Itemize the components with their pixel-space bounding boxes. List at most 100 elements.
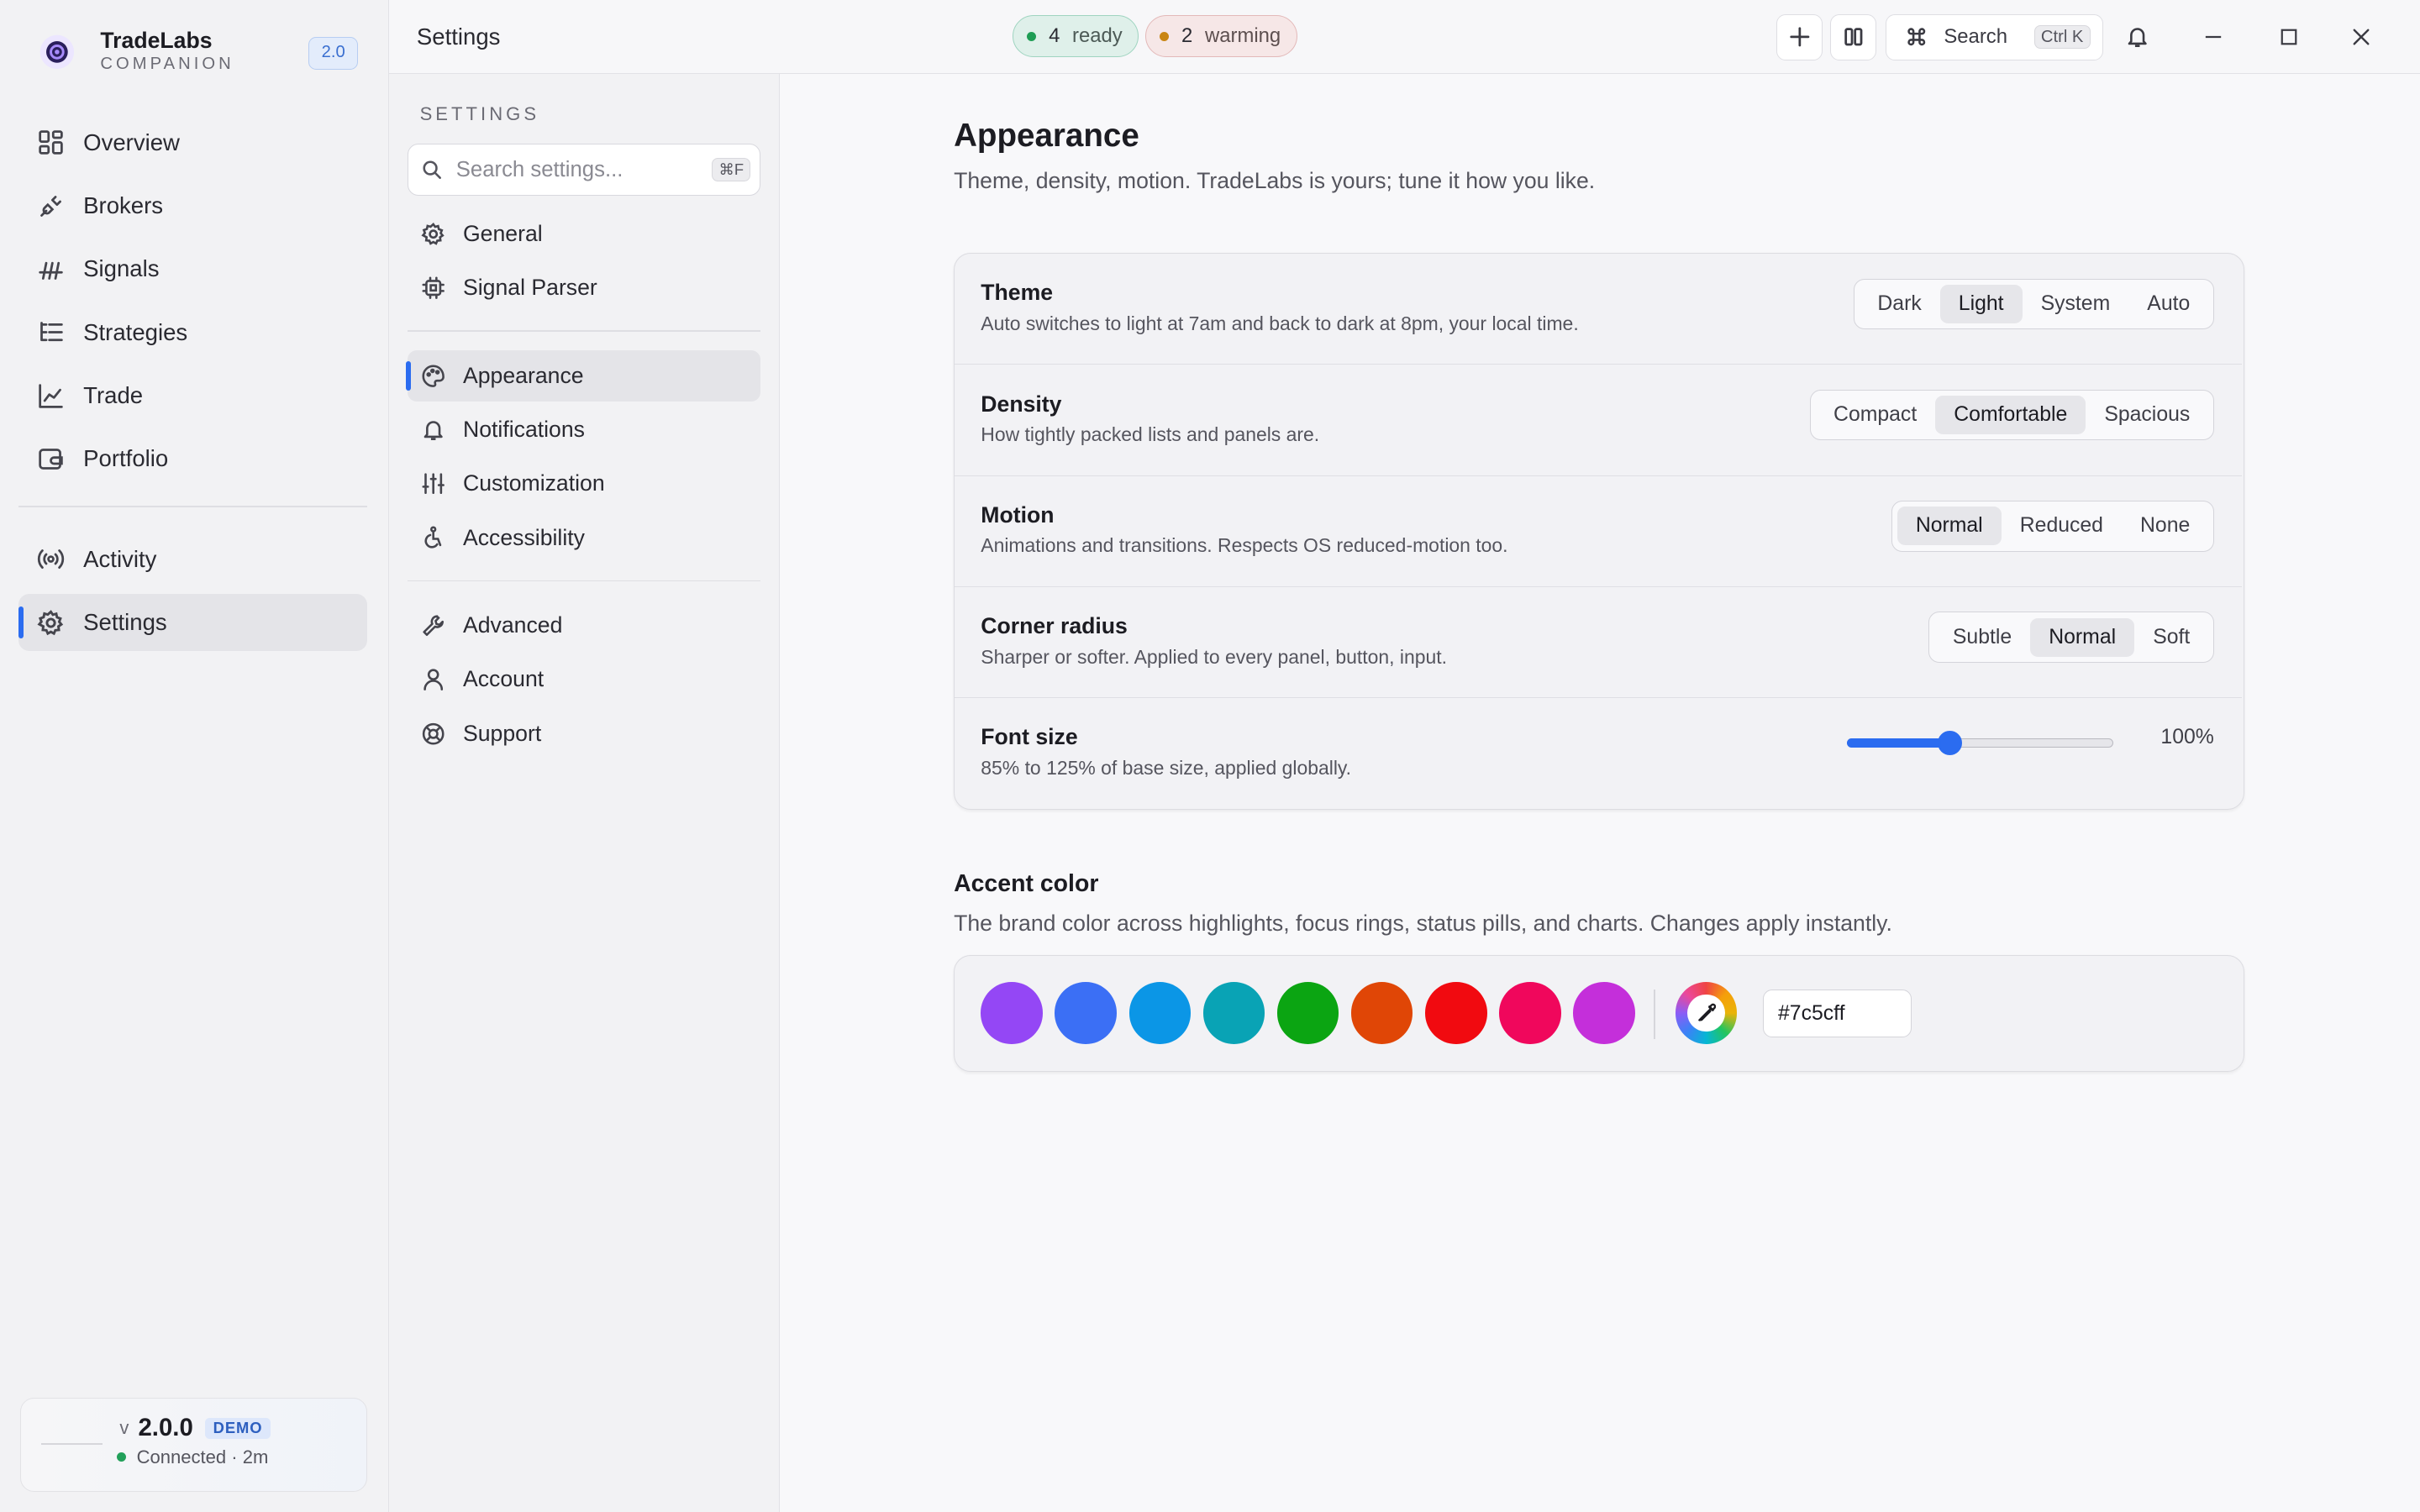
maximize-button[interactable]	[2272, 20, 2306, 54]
sidebar-item-settings[interactable]: Settings	[18, 594, 368, 651]
settings-nav-divider	[407, 330, 761, 332]
settings-nav-signal-parser[interactable]: Signal Parser	[408, 262, 761, 313]
theme-option-dark[interactable]: Dark	[1859, 285, 1939, 323]
warming-dot-icon	[1160, 31, 1170, 41]
settings-nav-support[interactable]: Support	[408, 708, 761, 759]
radius-option-normal[interactable]: Normal	[2030, 617, 2135, 657]
command-icon	[1905, 25, 1928, 49]
plus-icon	[1789, 26, 1811, 48]
connected-dot-icon	[116, 1452, 126, 1462]
accent-swatch[interactable]	[1055, 982, 1117, 1044]
settings-nav-divider	[407, 580, 761, 582]
sliders-icon	[421, 471, 445, 496]
density-segmented-control[interactable]: Compact Comfortable Spacious	[1809, 389, 2214, 441]
sidebar-item-strategies[interactable]: Strategies	[18, 304, 367, 361]
accent-swatch[interactable]	[1499, 982, 1561, 1044]
settings-nav-appearance[interactable]: Appearance	[406, 349, 761, 402]
settings-nav-label: Signal Parser	[462, 275, 597, 301]
theme-option-auto[interactable]: Auto	[2128, 285, 2208, 323]
sidebar-item-portfolio[interactable]: Portfolio	[18, 430, 367, 487]
corner-radius-label: Corner radius	[981, 613, 1128, 639]
close-window-button[interactable]	[2344, 20, 2378, 54]
sidebar-item-label: Overview	[83, 129, 180, 155]
notifications-button[interactable]	[2121, 20, 2154, 54]
status-divider	[40, 1443, 103, 1446]
bell-icon	[2125, 24, 2149, 49]
connection-status-card: v 2.0.0 DEMO Connected · 2m	[19, 1398, 368, 1493]
top-bar: Settings 4 ready 2 warming Search Ctrl K	[388, 0, 2420, 75]
sidebar-item-brokers[interactable]: Brokers	[18, 177, 367, 234]
density-option-comfortable[interactable]: Comfortable	[1935, 396, 2086, 435]
columns-icon	[1843, 26, 1865, 48]
settings-search[interactable]: ⌘F	[407, 143, 761, 197]
accent-swatch[interactable]	[1202, 982, 1265, 1044]
gear-icon	[37, 609, 65, 637]
settings-nav-accessibility[interactable]: Accessibility	[408, 512, 761, 564]
motion-option-reduced[interactable]: Reduced	[2002, 507, 2122, 545]
sidebar-item-activity[interactable]: Activity	[18, 531, 367, 588]
settings-nav-account[interactable]: Account	[408, 654, 761, 706]
accessibility-icon	[421, 525, 445, 549]
settings-nav-advanced[interactable]: Advanced	[408, 600, 761, 651]
app-name: TradeLabs	[100, 28, 213, 54]
radius-option-soft[interactable]: Soft	[2134, 618, 2208, 657]
accent-swatch[interactable]	[1350, 982, 1413, 1044]
density-option-spacious[interactable]: Spacious	[2086, 396, 2208, 434]
settings-nav-label: Accessibility	[462, 524, 585, 550]
settings-nav-general[interactable]: General	[408, 208, 761, 260]
minimize-button[interactable]	[2196, 20, 2230, 54]
theme-option-light[interactable]: Light	[1939, 284, 2023, 323]
motion-label: Motion	[981, 501, 1055, 528]
theme-description: Auto switches to light at 7am and back t…	[981, 312, 1579, 334]
hex-color-input[interactable]	[1763, 990, 1912, 1038]
settings-search-input[interactable]	[455, 157, 688, 182]
close-icon	[2352, 28, 2370, 46]
accent-swatch[interactable]	[1276, 982, 1339, 1044]
command-search-button[interactable]: Search Ctrl K	[1886, 13, 2104, 60]
settings-nav-label: Support	[462, 720, 542, 746]
ready-label: ready	[1072, 24, 1123, 48]
corner-radius-segmented-control[interactable]: Subtle Normal Soft	[1928, 612, 2214, 663]
add-button[interactable]	[1776, 13, 1823, 60]
brand[interactable]: TradeLabs COMPANION	[37, 28, 234, 76]
theme-row: Theme Auto switches to light at 7am and …	[955, 254, 2242, 365]
custom-color-picker[interactable]	[1675, 982, 1738, 1044]
motion-option-none[interactable]: None	[2122, 507, 2208, 545]
motion-segmented-control[interactable]: Normal Reduced None	[1891, 501, 2214, 552]
sidebar-item-label: Portfolio	[83, 445, 169, 472]
slider-thumb[interactable]	[1937, 730, 1963, 756]
settings-nav-notifications[interactable]: Notifications	[408, 404, 761, 455]
motion-option-normal[interactable]: Normal	[1897, 507, 2002, 546]
density-option-compact[interactable]: Compact	[1815, 396, 1935, 434]
theme-segmented-control[interactable]: Dark Light System Auto	[1853, 278, 2214, 330]
wrench-icon	[421, 613, 445, 638]
sidebar-item-overview[interactable]: Overview	[18, 114, 367, 171]
ready-status-pill[interactable]: 4 ready	[1012, 15, 1139, 57]
chart-line-icon	[37, 382, 65, 410]
settings-nav-label: General	[462, 220, 543, 246]
gear-icon	[421, 222, 445, 246]
font-size-row: Font size 85% to 125% of base size, appl…	[955, 698, 2242, 809]
settings-search-shortcut: ⌘F	[712, 158, 751, 181]
layout-columns-button[interactable]	[1830, 13, 1877, 60]
sidebar-item-label: Signals	[83, 255, 160, 282]
accent-swatch[interactable]	[1573, 982, 1635, 1044]
accent-color-title: Accent color	[954, 869, 1099, 897]
accent-swatch[interactable]	[981, 982, 1043, 1044]
sidebar-item-signals[interactable]: Signals	[18, 241, 367, 298]
list-tree-icon	[37, 318, 65, 346]
accent-swatch[interactable]	[1128, 982, 1192, 1044]
settings-nav-label: Appearance	[462, 362, 584, 388]
sidebar-item-trade[interactable]: Trade	[18, 367, 367, 424]
theme-option-system[interactable]: System	[2023, 285, 2129, 323]
warming-label: warming	[1205, 24, 1281, 48]
demo-badge: DEMO	[205, 1417, 271, 1440]
accent-swatch[interactable]	[1425, 982, 1487, 1044]
settings-nav-customization[interactable]: Customization	[408, 458, 761, 509]
font-size-slider[interactable]	[1846, 727, 2114, 759]
warming-status-pill[interactable]: 2 warming	[1144, 15, 1297, 57]
settings-nav-label: Customization	[462, 470, 605, 496]
radius-option-subtle[interactable]: Subtle	[1934, 618, 2030, 657]
main-area: Settings 4 ready 2 warming Search Ctrl K	[388, 0, 2420, 1512]
section-title: Appearance	[954, 117, 1139, 154]
